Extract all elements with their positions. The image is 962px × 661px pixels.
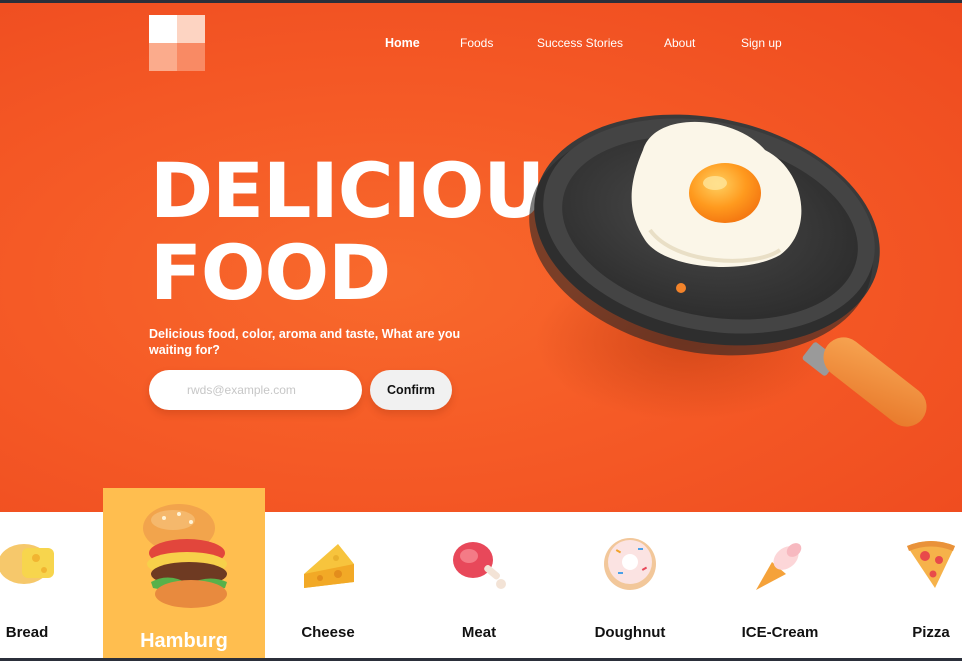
pizza-icon (907, 541, 955, 588)
hamburger-icon (143, 504, 227, 608)
category-meat[interactable]: Meat (404, 512, 554, 661)
category-pizza[interactable]: Pizza (856, 512, 962, 661)
category-label: ICE-Cream (741, 624, 819, 641)
category-label: Bread (5, 624, 49, 641)
category-bread[interactable]: Bread (0, 512, 102, 661)
confirm-button[interactable]: Confirm (370, 370, 452, 410)
category-label: Cheese (301, 624, 355, 641)
nav-sign-up[interactable]: Sign up (741, 36, 782, 50)
nav-success-stories[interactable]: Success Stories (537, 36, 623, 50)
category-label: Pizza (912, 624, 950, 641)
nav-home[interactable]: Home (385, 36, 420, 50)
email-input[interactable] (149, 370, 362, 410)
ice-cream-icon (756, 543, 802, 590)
doughnut-icon (604, 538, 656, 590)
category-hamburg[interactable]: Hamburg (103, 488, 265, 661)
nav-about[interactable]: About (664, 36, 695, 50)
headline-line-2: FOOD (150, 228, 391, 317)
category-label: Meat (461, 624, 497, 641)
top-border (0, 0, 962, 3)
frying-pan-illustration (515, 90, 962, 490)
logo[interactable] (149, 15, 205, 71)
category-label: Doughnut (594, 624, 666, 641)
meat-icon (453, 542, 506, 589)
category-label: Hamburg (140, 630, 228, 652)
hero-section: Home Foods Success Stories About Sign up… (0, 0, 962, 512)
category-cheese[interactable]: Cheese (253, 512, 403, 661)
category-ice-cream[interactable]: ICE-Cream (705, 512, 855, 661)
bread-icon (0, 544, 54, 584)
hero-subtitle: Delicious food, color, aroma and taste, … (149, 327, 461, 357)
cheese-icon (304, 544, 354, 588)
category-doughnut[interactable]: Doughnut (555, 512, 705, 661)
nav-foods[interactable]: Foods (460, 36, 493, 50)
